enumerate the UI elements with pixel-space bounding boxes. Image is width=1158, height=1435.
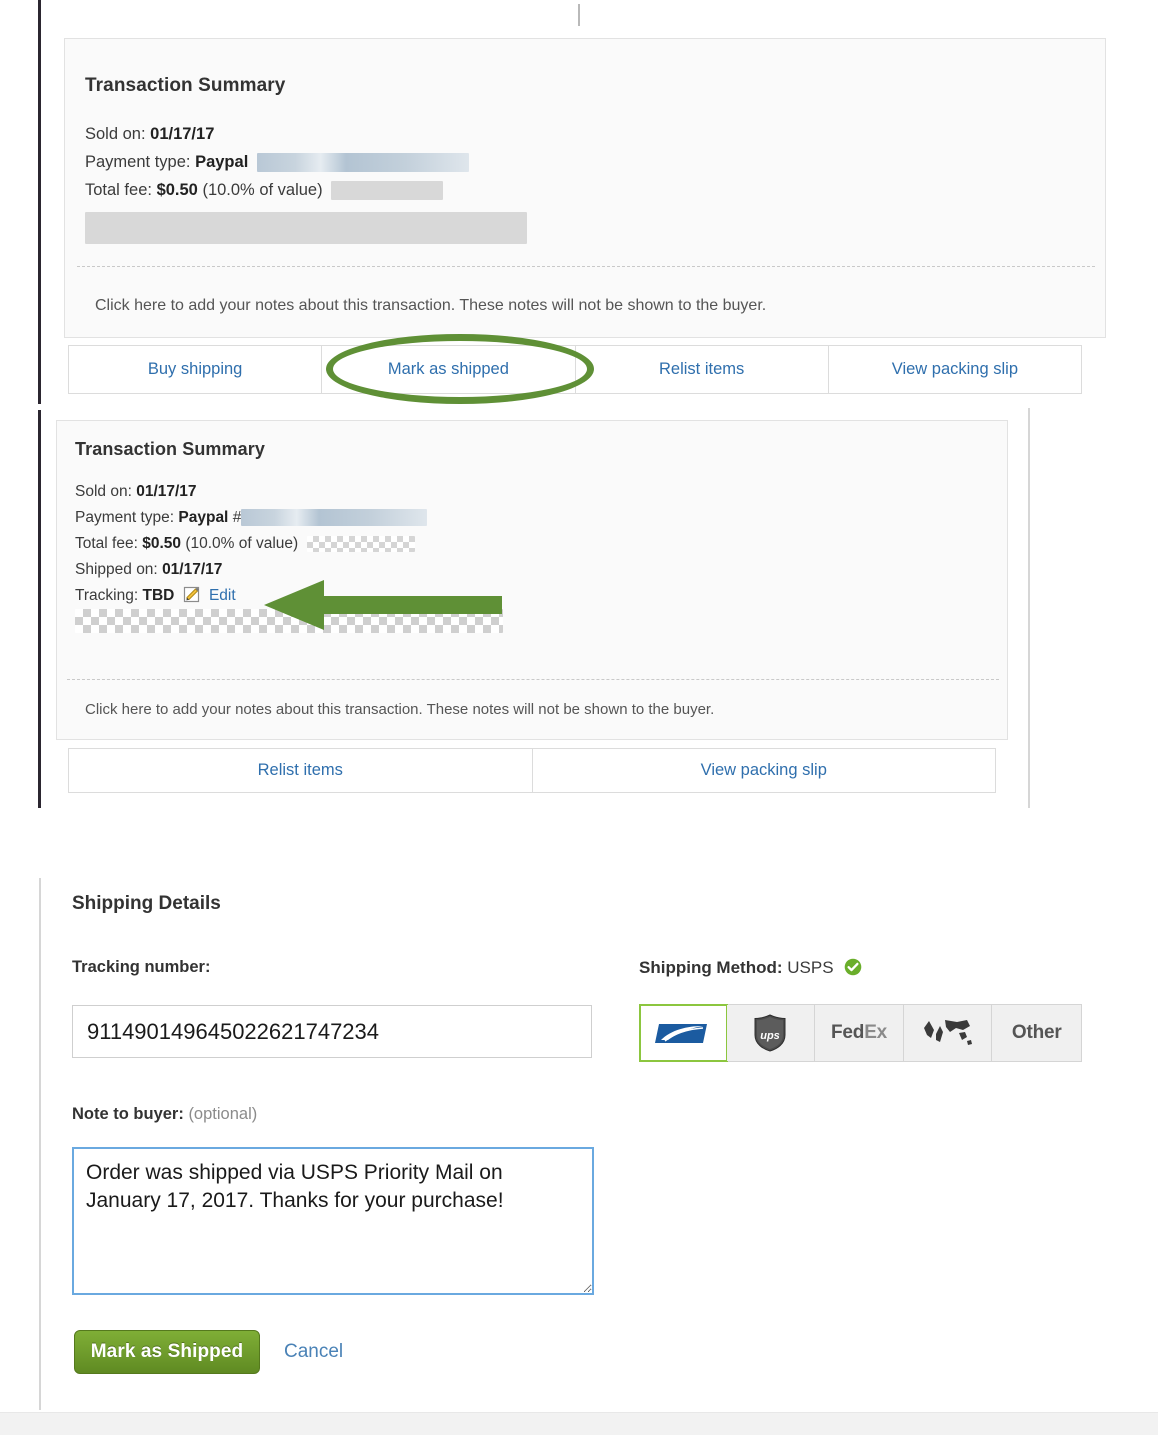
panel-one-total-fee-row: Total fee: $0.50 (10.0% of value): [85, 177, 444, 204]
tracking-value: TBD: [142, 587, 175, 604]
total-fee-label-2: Total fee:: [75, 535, 138, 552]
panel-two-divider: [67, 679, 999, 680]
panel-one-action-bar: Buy shipping Mark as shipped Relist item…: [68, 345, 1082, 394]
carrier-option-other[interactable]: Other: [992, 1005, 1081, 1061]
panel-two-shipped-on-row: Shipped on: 01/17/17: [75, 557, 222, 582]
tracking-number-input[interactable]: [72, 1005, 592, 1058]
section-two-right-rule: [1028, 408, 1030, 808]
edit-tracking-link[interactable]: Edit: [209, 587, 236, 604]
shipping-method-label-text: Shipping Method:: [639, 958, 783, 977]
payment-type-label-2: Payment type:: [75, 509, 175, 526]
panel-one-payment-type-row: Payment type: Paypal: [85, 149, 469, 176]
total-fee-value-2: $0.50: [142, 535, 182, 552]
panel-two-payment-type-row: Payment type: Paypal #: [75, 505, 428, 530]
panel-two-notes-prompt[interactable]: Click here to add your notes about this …: [85, 701, 714, 718]
payment-type-value-2: Paypal: [178, 509, 229, 526]
transaction-summary-card-two: Transaction Summary Sold on: 01/17/17 Pa…: [56, 420, 1008, 740]
relist-items-button[interactable]: Relist items: [575, 346, 829, 393]
panel-two-tracking-row: Tracking: TBD Edit: [75, 583, 236, 612]
section-three-left-rule: [39, 878, 41, 1410]
verified-check-icon: [844, 958, 862, 981]
cancel-link[interactable]: Cancel: [284, 1341, 343, 1363]
edit-pencil-icon[interactable]: [182, 584, 202, 612]
shipping-method-label: Shipping Method: USPS: [639, 958, 862, 981]
section-one-left-rule: [38, 0, 41, 404]
tracking-label: Tracking:: [75, 587, 139, 604]
top-divider-tick: [578, 4, 580, 26]
redacted-extra-line: [85, 212, 527, 244]
shipping-details-heading: Shipping Details: [72, 893, 221, 914]
total-fee-percent: (10.0% of value): [202, 181, 323, 199]
sold-on-label-2: Sold on:: [75, 483, 132, 500]
sold-on-value-2: 01/17/17: [136, 483, 197, 500]
redacted-tracking-detail: [75, 609, 503, 633]
panel-one-notes-prompt[interactable]: Click here to add your notes about this …: [95, 297, 766, 315]
panel-two-title: Transaction Summary: [75, 439, 265, 459]
redacted-fee-detail-2: [306, 535, 415, 552]
section-two-left-rule: [38, 410, 41, 808]
payment-type-label: Payment type:: [85, 153, 191, 171]
panel-one-title: Transaction Summary: [85, 75, 286, 96]
sold-on-value: 01/17/17: [150, 125, 215, 143]
panel-one-divider: [77, 266, 1095, 267]
page-bottom-band: [0, 1412, 1158, 1435]
carrier-option-international[interactable]: [903, 1005, 993, 1061]
payment-type-value: Paypal: [195, 153, 249, 171]
relist-items-button-2[interactable]: Relist items: [69, 749, 533, 792]
carrier-option-usps[interactable]: [639, 1004, 728, 1062]
panel-two-sold-on-row: Sold on: 01/17/17: [75, 479, 197, 504]
panel-two-action-bar: Relist items View packing slip: [68, 748, 996, 793]
redacted-payment-id: [256, 153, 469, 173]
note-to-buyer-textarea[interactable]: [72, 1147, 594, 1295]
view-packing-slip-button-2[interactable]: View packing slip: [532, 749, 995, 792]
panel-one-sold-on-row: Sold on: 01/17/17: [85, 121, 214, 148]
total-fee-label: Total fee:: [85, 181, 152, 199]
svg-text:ups: ups: [761, 1030, 781, 1042]
redacted-payment-id-2: [241, 509, 428, 527]
other-label: Other: [1011, 1022, 1062, 1043]
mark-as-shipped-submit-button[interactable]: Mark as Shipped: [74, 1330, 260, 1374]
shipping-method-value: USPS: [787, 958, 834, 977]
sold-on-label: Sold on:: [85, 125, 146, 143]
fedex-wordmark: FedEx: [831, 1022, 888, 1043]
total-fee-percent-2: (10.0% of value): [185, 535, 299, 552]
note-to-buyer-label: Note to buyer: (optional): [72, 1105, 257, 1124]
shipped-on-label: Shipped on:: [75, 561, 158, 578]
transaction-summary-card-one: Transaction Summary Sold on: 01/17/17 Pa…: [64, 38, 1106, 338]
carrier-option-ups[interactable]: ups: [726, 1005, 816, 1061]
total-fee-value: $0.50: [156, 181, 198, 199]
view-packing-slip-button[interactable]: View packing slip: [828, 346, 1081, 393]
payment-hash-symbol: #: [232, 509, 242, 526]
carrier-selector: ups FedEx Other: [639, 1004, 1082, 1062]
note-to-buyer-label-text: Note to buyer:: [72, 1105, 184, 1123]
shipped-on-value: 01/17/17: [162, 561, 223, 578]
tracking-number-label: Tracking number:: [72, 958, 211, 976]
carrier-option-fedex[interactable]: FedEx: [815, 1005, 904, 1061]
mark-as-shipped-button[interactable]: Mark as shipped: [322, 346, 576, 393]
buy-shipping-button[interactable]: Buy shipping: [69, 346, 323, 393]
panel-two-total-fee-row: Total fee: $0.50 (10.0% of value): [75, 531, 415, 556]
redacted-fee-detail: [331, 181, 444, 201]
note-optional-text: (optional): [188, 1105, 258, 1123]
